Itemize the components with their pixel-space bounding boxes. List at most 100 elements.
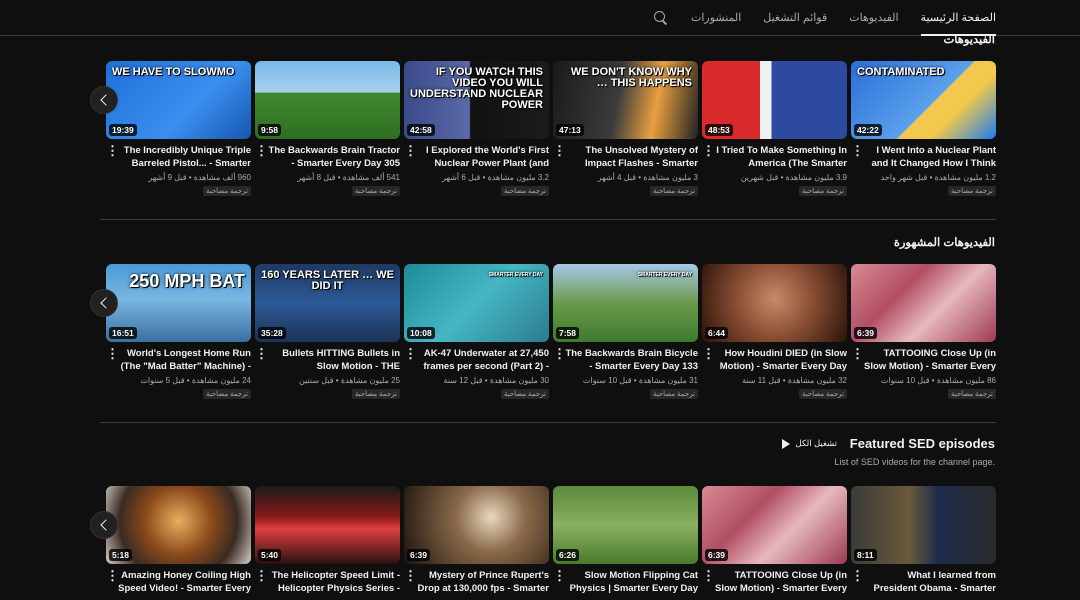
video-card: WE DON'T KNOW WHY … THIS HAPPENS 47:13 T… [553,61,698,196]
section-divider [100,422,996,423]
tab-videos[interactable]: الفيديوهات [849,0,898,36]
scroll-left-button-videos[interactable] [90,86,118,114]
video-thumbnail[interactable]: 6:39 [702,486,847,564]
video-duration: 7:58 [556,327,580,339]
channel-home-page: الصفحة الرئيسية الفيديوهات قوائم التشغيل… [0,0,1080,600]
cc-badge: ترجمة مصاحبة [649,389,698,399]
video-title[interactable]: I Went Into a Nuclear Plant and It Chang… [863,144,996,170]
shelf-videos: CONTAMINATED 42:22 I Went Into a Nuclear… [104,61,996,196]
section-subtitle-featured: List of SED videos for the channel page. [834,457,995,467]
video-meta: Amazing Honey Coiling High Speed Video! … [106,568,251,595]
video-title[interactable]: The Helicopter Speed Limit - Helicopter … [267,569,400,595]
video-duration: 6:39 [407,549,431,561]
more-options-icon[interactable] [702,568,715,584]
more-options-icon[interactable] [553,568,566,584]
video-title[interactable]: I Explored the World's First Nuclear Pow… [416,144,549,170]
scroll-left-button-popular[interactable] [90,289,118,317]
section-divider [100,219,996,220]
more-options-icon[interactable] [553,346,566,362]
video-meta: TATTOOING Close Up (in Slow Motion) - Sm… [702,568,847,595]
more-options-icon[interactable] [255,346,268,362]
video-thumbnail[interactable]: 160 YEARS LATER … WE DID IT 35:28 [255,264,400,342]
play-all-button[interactable]: تشغيل الكل [781,438,838,449]
thumbnail-overlay-text: 250 MPH BAT [129,271,245,291]
more-options-icon[interactable] [553,143,566,159]
section-title-featured[interactable]: Featured SED episodes [850,436,995,451]
more-options-icon[interactable] [106,143,119,159]
video-title[interactable]: AK-47 Underwater at 27,450 frames per se… [416,347,549,373]
cc-badge: ترجمة مصاحبة [202,389,251,399]
video-meta: Mystery of Prince Rupert's Drop at 130,0… [404,568,549,595]
video-thumbnail[interactable]: 5:18 [106,486,251,564]
play-all-label: تشغيل الكل [795,438,838,448]
video-title[interactable]: TATTOOING Close Up (in Slow Motion) - Sm… [863,347,996,373]
tab-playlists[interactable]: قوائم التشغيل [763,0,827,36]
featured-shelf-header: Featured SED episodes List of SED videos… [395,436,995,476]
video-meta: What I learned from President Obama - Sm… [851,568,997,595]
video-stats: 32 مليون مشاهدة • قبل 11 سنة [742,376,847,385]
video-meta: I Went Into a Nuclear Plant and It Chang… [851,143,996,196]
video-thumbnail[interactable]: 6:39 [404,486,549,564]
video-title[interactable]: World's Longest Home Run (The "Mad Batte… [118,347,251,373]
more-options-icon[interactable] [702,143,715,159]
video-duration: 6:44 [705,327,729,339]
more-options-icon[interactable] [702,346,715,362]
video-thumbnail[interactable]: 250 MPH BAT 16:51 [106,264,251,342]
video-thumbnail[interactable]: 8:11 [851,486,996,564]
video-duration: 35:28 [258,327,286,339]
video-meta: How Houdini DIED (in Slow Motion) - Smar… [702,346,847,399]
video-stats: 541 ألف مشاهدة • قبل 8 أشهر [297,173,400,182]
video-thumbnail[interactable]: 6:39 [851,264,996,342]
video-duration: 8:11 [854,549,877,561]
scroll-left-button-featured[interactable] [90,511,118,539]
more-options-icon[interactable] [851,568,864,584]
more-options-icon[interactable] [106,346,119,362]
tab-home[interactable]: الصفحة الرئيسية [920,0,996,36]
video-title[interactable]: How Houdini DIED (in Slow Motion) - Smar… [714,347,847,373]
video-thumbnail[interactable]: 9:58 [255,61,400,139]
video-title[interactable]: I Tried To Make Something In America (Th… [714,144,847,170]
video-thumbnail[interactable]: 6:26 [553,486,698,564]
more-options-icon[interactable] [255,143,268,159]
more-options-icon[interactable] [851,143,864,159]
video-thumbnail[interactable]: 6:44 [702,264,847,342]
video-card: SMARTER EVERY DAY 7:58 The Backwards Bra… [553,264,698,399]
video-stats: 3.9 مليون مشاهدة • قبل شهرين [740,173,847,182]
video-thumbnail[interactable]: WE DON'T KNOW WHY … THIS HAPPENS 47:13 [553,61,698,139]
video-meta: The Backwards Brain Tractor - Smarter Ev… [255,143,400,196]
video-title[interactable]: TATTOOING Close Up (in Slow Motion) - Sm… [714,569,847,595]
video-thumbnail[interactable]: IF YOU WATCH THIS VIDEO YOU WILL UNDERST… [404,61,549,139]
video-thumbnail[interactable]: 48:53 [702,61,847,139]
video-thumbnail[interactable]: CONTAMINATED 42:22 [851,61,996,139]
video-title[interactable]: Slow Motion Flipping Cat Physics | Smart… [565,569,698,595]
more-options-icon[interactable] [851,346,864,362]
more-options-icon[interactable] [404,346,417,362]
video-thumbnail[interactable]: SMARTER EVERY DAY 10:08 [404,264,549,342]
video-thumbnail[interactable]: WE HAVE TO SLOWMO 19:39 [106,61,251,139]
video-stats: 86 مليون مشاهدة • قبل 10 سنوات [880,376,996,385]
video-title[interactable]: What I learned from President Obama - Sm… [863,569,997,595]
video-title[interactable]: The Unsolved Mystery of Impact Flashes -… [565,144,698,170]
video-thumbnail[interactable]: 5:40 [255,486,400,564]
video-duration: 42:58 [407,124,435,136]
tab-posts[interactable]: المنشورات [691,0,741,36]
video-title[interactable]: The Backwards Brain Bicycle - Smarter Ev… [565,347,698,373]
video-card: 6:26 Slow Motion Flipping Cat Physics | … [553,486,698,595]
video-title[interactable]: Bullets HITTING Bullets in Slow Motion -… [267,347,400,373]
video-title[interactable]: Mystery of Prince Rupert's Drop at 130,0… [416,569,549,595]
more-options-icon[interactable] [106,568,119,584]
video-title[interactable]: The Backwards Brain Tractor - Smarter Ev… [267,144,400,170]
video-meta: I Tried To Make Something In America (Th… [702,143,847,196]
video-title[interactable]: The Incredibly Unique Triple Barreled Pi… [118,144,251,170]
search-icon[interactable] [653,10,669,26]
more-options-icon[interactable] [404,143,417,159]
video-title[interactable]: Amazing Honey Coiling High Speed Video! … [118,569,251,595]
thumbnail-overlay-text: IF YOU WATCH THIS VIDEO YOU WILL UNDERST… [410,66,544,111]
video-duration: 5:40 [258,549,282,561]
video-card: 6:39 TATTOOING Close Up (in Slow Motion)… [702,486,847,595]
video-stats: 1.2 مليون مشاهدة • قبل شهر واحد [880,173,996,182]
video-meta: World's Longest Home Run (The "Mad Batte… [106,346,251,399]
more-options-icon[interactable] [255,568,268,584]
video-thumbnail[interactable]: SMARTER EVERY DAY 7:58 [553,264,698,342]
more-options-icon[interactable] [404,568,417,584]
